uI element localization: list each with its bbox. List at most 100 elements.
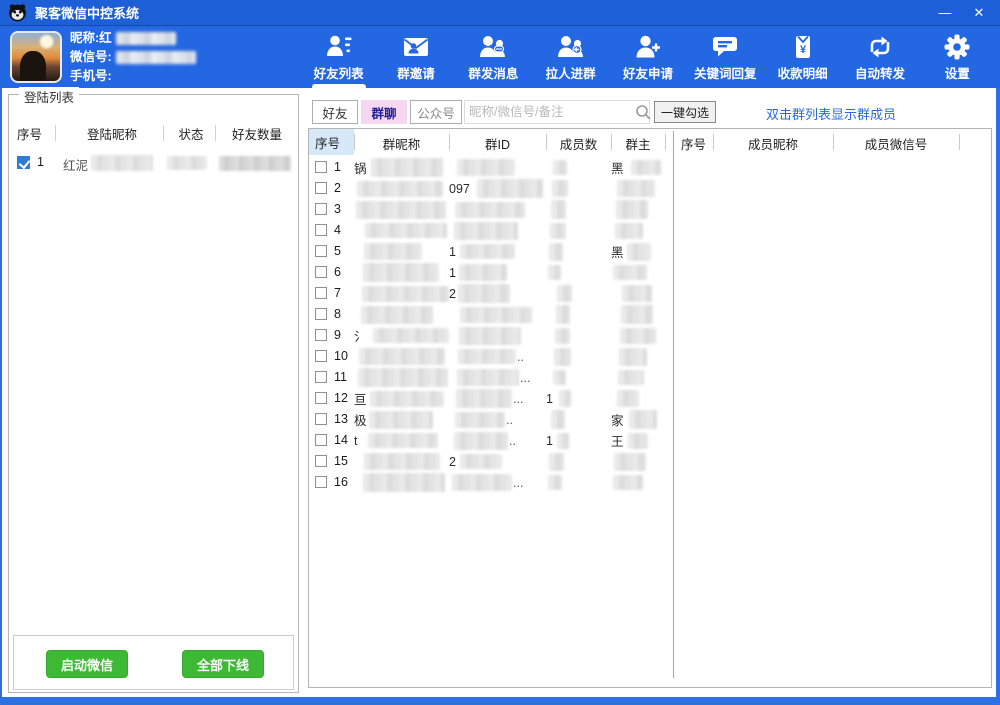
row-checkbox[interactable]: [315, 476, 327, 488]
login-buttons-box: 启动微信 全部下线: [13, 635, 294, 690]
group-table-row[interactable]: 11 ...: [309, 367, 673, 388]
col-header-index[interactable]: 序号: [17, 124, 55, 143]
col-header-status[interactable]: 状态: [167, 124, 215, 143]
friend-request-icon: [634, 33, 662, 61]
row-index: 9: [334, 328, 341, 342]
row-index: 10: [334, 349, 348, 363]
login-row-checkbox[interactable]: [17, 156, 30, 169]
group-nickname-cell: 极: [354, 409, 449, 430]
group-nickname-cell: [354, 178, 449, 199]
select-all-button[interactable]: 一键勾选: [654, 101, 716, 123]
row-checkbox[interactable]: [315, 245, 327, 257]
row-checkbox[interactable]: [315, 350, 327, 362]
col-header-member-nickname[interactable]: 成员昵称: [713, 134, 833, 153]
row-checkbox[interactable]: [315, 266, 327, 278]
group-table-row[interactable]: 6 1: [309, 262, 673, 283]
group-owner-cell: [611, 472, 669, 493]
row-checkbox[interactable]: [315, 287, 327, 299]
toolbar-friend-request[interactable]: 好友申请: [609, 26, 686, 88]
group-table-row[interactable]: 9 氵: [309, 325, 673, 346]
minimize-button[interactable]: —: [928, 0, 962, 25]
window-left-border: [0, 88, 2, 697]
group-table-header: 序号 群昵称 群ID 成员数 群主 序号 成员昵称 成员微信号: [309, 129, 991, 155]
group-table-row[interactable]: 4: [309, 220, 673, 241]
group-owner-cell: [611, 199, 669, 220]
group-table-row[interactable]: 10 ..: [309, 346, 673, 367]
member-count-cell: [546, 346, 611, 367]
toolbar-auto-forward[interactable]: 自动转发: [841, 26, 918, 88]
col-header-group-index[interactable]: 序号: [309, 129, 354, 155]
col-header-group-id[interactable]: 群ID: [449, 134, 546, 153]
row-checkbox[interactable]: [315, 413, 327, 425]
group-table-row[interactable]: 14 t .. 1 王: [309, 430, 673, 451]
toolbar-friend-list[interactable]: 好友列表: [300, 26, 377, 88]
row-index: 6: [334, 265, 341, 279]
payment-detail-icon: ¥: [789, 33, 817, 61]
keyword-reply-icon: [711, 33, 739, 61]
group-table-row[interactable]: 1 锅 黑: [309, 157, 673, 178]
row-checkbox[interactable]: [315, 308, 327, 320]
row-checkbox[interactable]: [315, 371, 327, 383]
close-button[interactable]: ✕: [962, 0, 996, 25]
col-header-member-wechat-id[interactable]: 成员微信号: [833, 134, 959, 153]
row-index: 5: [334, 244, 341, 258]
toolbar-payment-detail[interactable]: ¥ 收款明细: [764, 26, 841, 88]
nickname-value: 红: [99, 29, 112, 48]
toolbar-mass-message[interactable]: 群发消息: [455, 26, 532, 88]
search-icon[interactable]: [634, 103, 652, 121]
toolbar-pull-into-group[interactable]: 拉人进群: [532, 26, 609, 88]
row-checkbox[interactable]: [315, 392, 327, 404]
login-row[interactable]: 1 红泥: [9, 153, 298, 175]
wechat-id-redacted: [116, 51, 196, 64]
row-checkbox[interactable]: [315, 224, 327, 236]
search-input[interactable]: [465, 105, 634, 119]
row-checkbox[interactable]: [315, 161, 327, 173]
group-nickname-cell: [354, 241, 449, 262]
titlebar: 聚客微信中控系统 — ✕: [0, 0, 1000, 26]
tab-friends[interactable]: 好友: [312, 100, 358, 124]
login-table-header: 序号 登陆昵称 状态 好友数量: [9, 121, 298, 145]
toolbar-keyword-reply[interactable]: 关键词回复: [687, 26, 764, 88]
group-id-cell: ..: [449, 346, 546, 367]
group-nickname-cell: [354, 220, 449, 241]
toolbar-settings[interactable]: 设置: [919, 26, 996, 88]
row-checkbox[interactable]: [315, 329, 327, 341]
row-checkbox[interactable]: [315, 203, 327, 215]
group-owner-cell: [611, 388, 669, 409]
col-header-group-nickname[interactable]: 群昵称: [354, 134, 449, 153]
group-table-row[interactable]: 2 097: [309, 178, 673, 199]
col-header-group-owner[interactable]: 群主: [611, 134, 665, 153]
toolbar-group-invite[interactable]: 群邀请: [377, 26, 454, 88]
group-table-row[interactable]: 12 亘 ... 1: [309, 388, 673, 409]
group-table-row[interactable]: 16 ...: [309, 472, 673, 493]
group-table-row[interactable]: 15 2: [309, 451, 673, 472]
row-index: 7: [334, 286, 341, 300]
group-invite-icon: [402, 33, 430, 61]
col-header-member-index[interactable]: 序号: [681, 134, 717, 153]
member-count-cell: [546, 241, 611, 262]
toolbar: 好友列表 群邀请 群发消息: [300, 26, 996, 88]
wechat-id-label: 微信号:: [70, 48, 112, 67]
group-table-row[interactable]: 5 1 黑: [309, 241, 673, 262]
toolbar-label: 好友列表: [314, 63, 364, 82]
tab-group-chat[interactable]: 群聊: [361, 100, 407, 124]
row-checkbox[interactable]: [315, 182, 327, 194]
group-table-row[interactable]: 13 极 .. 家: [309, 409, 673, 430]
group-nickname-cell: [354, 472, 449, 493]
tab-official-account[interactable]: 公众号: [410, 100, 462, 124]
toolbar-label: 群邀请: [397, 63, 435, 82]
all-offline-button[interactable]: 全部下线: [182, 650, 264, 678]
group-id-cell: [449, 157, 546, 178]
group-table-row[interactable]: 3: [309, 199, 673, 220]
group-table-row[interactable]: 7 2: [309, 283, 673, 304]
member-count-cell: [546, 304, 611, 325]
start-wechat-button[interactable]: 启动微信: [46, 650, 128, 678]
col-header-member-count[interactable]: 成员数: [546, 134, 611, 153]
col-header-friend-count[interactable]: 好友数量: [219, 124, 295, 143]
group-table-row[interactable]: 8: [309, 304, 673, 325]
table-divider: [673, 131, 674, 678]
col-header-login-nickname[interactable]: 登陆昵称: [61, 124, 163, 143]
row-checkbox[interactable]: [315, 434, 327, 446]
row-checkbox[interactable]: [315, 455, 327, 467]
row-index: 12: [334, 391, 348, 405]
